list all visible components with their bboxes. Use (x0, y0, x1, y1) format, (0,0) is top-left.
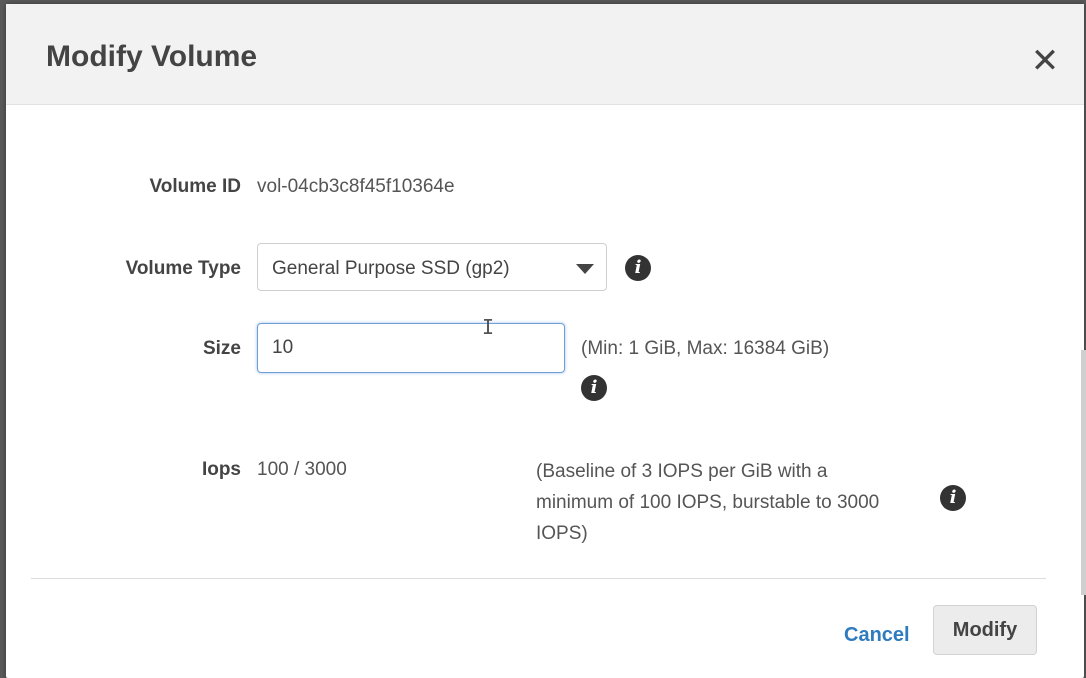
dialog-title: Modify Volume (46, 40, 258, 73)
size-input[interactable] (257, 323, 565, 373)
info-icon[interactable]: i (581, 375, 607, 401)
iops-label: Iops (201, 459, 241, 480)
volume-type-select[interactable]: General Purpose SSD (gp2) (257, 243, 607, 291)
scrollbar[interactable] (1081, 350, 1086, 595)
size-hint: (Min: 1 GiB, Max: 16384 GiB) (581, 338, 830, 359)
info-icon[interactable]: i (625, 255, 651, 281)
text-cursor-icon: I (482, 315, 495, 339)
volume-id-value: vol-04cb3c8f45f10364e (257, 176, 455, 197)
volume-type-label: Volume Type (125, 258, 241, 279)
iops-value: 100 / 3000 (257, 459, 347, 480)
chevron-down-icon (576, 264, 594, 274)
footer-divider (31, 578, 1046, 579)
iops-description: (Baseline of 3 IOPS per GiB with a minim… (536, 461, 880, 544)
dialog-header: Modify Volume ✕ (6, 4, 1084, 105)
volume-type-selected-value: General Purpose SSD (gp2) (272, 258, 510, 279)
info-icon[interactable]: i (940, 485, 966, 511)
size-label: Size (202, 338, 241, 359)
close-icon[interactable]: ✕ (1028, 44, 1062, 78)
volume-id-label: Volume ID (149, 176, 242, 197)
cancel-button[interactable]: Cancel (844, 624, 910, 647)
modify-button[interactable]: Modify (933, 605, 1037, 655)
modify-volume-dialog: Modify Volume ✕ Volume ID vol-04cb3c8f45… (6, 4, 1084, 678)
